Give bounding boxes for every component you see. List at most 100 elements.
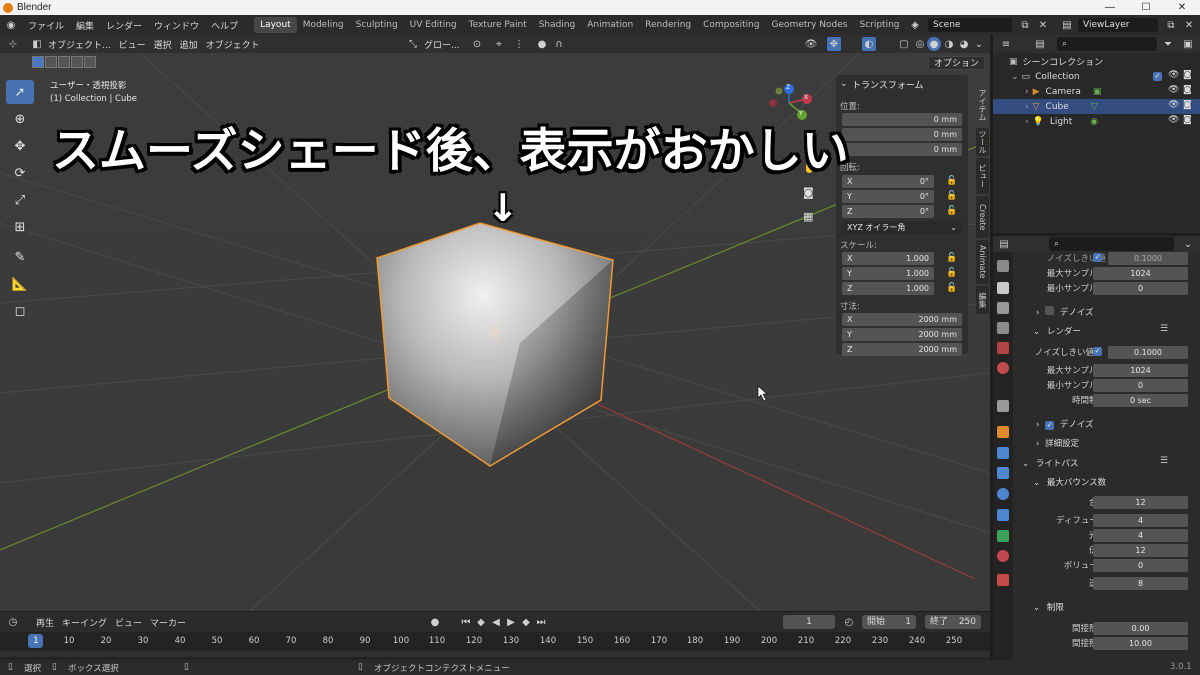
visibility-eye-icon[interactable]: 👁 [1168, 70, 1179, 80]
proportional-edit-icon[interactable]: ● [535, 37, 549, 51]
gizmo-toggle-icon[interactable]: ✥ [827, 37, 841, 51]
bounces-transmission-field[interactable]: 12 [1093, 543, 1188, 557]
bounces-total-field[interactable]: 12 [1093, 495, 1188, 509]
tab-tool[interactable]: ツール [976, 128, 989, 156]
shading-rendered-icon[interactable]: ◕ [957, 37, 971, 51]
menu-keying[interactable]: キーイング [58, 616, 111, 629]
outliner-search-input[interactable]: ⌕ [1057, 37, 1157, 51]
lock-rotation-z-icon[interactable]: 🔓 [946, 206, 957, 216]
falloff-icon[interactable]: ∩ [552, 37, 566, 51]
menu-view[interactable]: ビュー [115, 38, 150, 51]
render-tab-icon[interactable] [997, 282, 1009, 294]
denoise-viewport-checkbox[interactable] [1045, 306, 1055, 315]
outliner-item-camera[interactable]: › ▶ Camera ▣ 👁 ◙ [993, 84, 1200, 99]
timeline-scrollbar[interactable] [0, 651, 990, 657]
cursor-tool-icon[interactable]: ⊕ [6, 107, 34, 131]
shading-material-icon[interactable]: ◑ [942, 37, 956, 51]
data-tab-icon[interactable] [997, 530, 1009, 542]
close-icon[interactable]: ✕ [1164, 0, 1200, 15]
visibility-eye-icon[interactable]: 👁 [1168, 115, 1179, 125]
outliner-collection[interactable]: ⌄ ▭ Collection ✓ 👁 ◙ [993, 69, 1200, 84]
frame-end-field[interactable]: 終了 250 [925, 615, 981, 629]
maximize-icon[interactable]: ☐ [1128, 0, 1164, 15]
render-min-samples-field[interactable]: 0 [1093, 378, 1188, 392]
blender-menu-icon[interactable]: ◉ [4, 18, 18, 32]
tab-item[interactable]: アイテム [976, 84, 989, 126]
scene-close-icon[interactable]: ✕ [1036, 18, 1050, 32]
options-dropdown[interactable]: オプション [928, 56, 986, 70]
time-limit-field[interactable]: 0 sec [1093, 393, 1188, 407]
outliner-root[interactable]: ▣ シーンコレクション [993, 54, 1200, 69]
tab-edit[interactable]: 編集 [976, 286, 989, 314]
lock-rotation-y-icon[interactable]: 🔓 [946, 191, 957, 201]
annotate-tool-icon[interactable]: ✎ [6, 245, 34, 269]
minimize-icon[interactable]: — [1092, 0, 1128, 15]
world-tab-icon[interactable] [997, 362, 1009, 374]
play-icon[interactable]: ▶ [504, 615, 518, 629]
tab-view[interactable]: ビュー [976, 158, 989, 194]
viewlayer-selector[interactable]: ViewLayer [1078, 18, 1158, 32]
denoise-render-checkbox[interactable]: ✓ [1045, 421, 1055, 430]
rotation-z-field[interactable]: Z 0° [842, 205, 934, 218]
bounces-volume-field[interactable]: 0 [1093, 558, 1188, 572]
play-reverse-icon[interactable]: ◀ [489, 615, 503, 629]
advanced-section[interactable]: › 詳細設定 [1036, 437, 1079, 449]
max-bounces-section-header[interactable]: ⌄ 最大バウンス数 [1033, 476, 1106, 488]
clamping-section-header[interactable]: ⌄ 制限 [1033, 601, 1064, 613]
scene-copy-icon[interactable]: ⧉ [1018, 18, 1032, 32]
lock-scale-z-icon[interactable]: 🔓 [946, 283, 957, 293]
visibility-eye-icon[interactable]: 👁 [1168, 100, 1179, 110]
transform-tool-icon[interactable]: ⊞ [6, 215, 34, 239]
select-extend-icon[interactable] [45, 56, 57, 68]
move-tool-icon[interactable]: ✥ [6, 134, 34, 158]
new-collection-icon[interactable]: ▣ [1181, 37, 1195, 51]
select-new-icon[interactable] [32, 56, 44, 68]
scene-tab-icon[interactable] [997, 342, 1009, 354]
location-z-field[interactable]: 0 mm [842, 143, 962, 156]
display-mode-icon[interactable]: ▤ [1033, 37, 1047, 51]
visibility-eye-icon[interactable]: 👁 [1168, 85, 1179, 95]
dimension-y-field[interactable]: Y 2000 mm [842, 328, 962, 341]
rotate-tool-icon[interactable]: ⟳ [6, 161, 34, 185]
select-intersect-icon[interactable] [84, 56, 96, 68]
menu-window[interactable]: ウィンドウ [148, 19, 205, 32]
rotation-x-field[interactable]: X 0° [842, 175, 934, 188]
dimension-z-field[interactable]: Z 2000 mm [842, 343, 962, 356]
bounces-diffuse-field[interactable]: 4 [1093, 513, 1188, 527]
snap-target-icon[interactable]: ⋮ [512, 37, 526, 51]
clamp-direct-field[interactable]: 0.00 [1093, 621, 1188, 635]
collection-tab-icon[interactable] [997, 400, 1009, 412]
tab-layout[interactable]: Layout [254, 17, 297, 33]
mode-selector[interactable]: オブジェクト... [44, 38, 115, 51]
render-camera-icon[interactable]: ◙ [1183, 115, 1192, 125]
outliner-item-light[interactable]: › 💡 Light ◉ 👁 ◙ [993, 114, 1200, 129]
visibility-icon[interactable]: 👁 [804, 37, 818, 51]
pivot-icon[interactable]: ⊙ [470, 37, 484, 51]
camera-view-icon[interactable]: ◙ [803, 186, 814, 199]
menu-add[interactable]: 追加 [176, 38, 202, 51]
scale-tool-icon[interactable]: ⤢ [6, 188, 34, 212]
outliner-item-cube[interactable]: › ▽ Cube ▽ 👁 ◙ [993, 99, 1200, 114]
timeline-editor-icon[interactable]: ◷ [6, 615, 20, 629]
menu-object[interactable]: オブジェクト [202, 38, 264, 51]
rotation-mode-dropdown[interactable]: XYZ オイラー角 ⌄ [842, 221, 962, 234]
record-icon[interactable]: ● [428, 615, 442, 629]
render-camera-icon[interactable]: ◙ [1183, 70, 1192, 80]
jump-start-icon[interactable]: ⏮ [459, 615, 473, 629]
measure-tool-icon[interactable]: 📐 [6, 272, 34, 296]
editor-type-icon[interactable]: ⊹ [6, 37, 20, 51]
min-samples-field[interactable]: 0 [1093, 281, 1188, 295]
adaptive-sampling-checkbox[interactable]: ✓ [1093, 253, 1102, 262]
menu-edit[interactable]: 編集 [70, 19, 100, 32]
prev-keyframe-icon[interactable]: ◆ [474, 615, 488, 629]
tab-shading[interactable]: Shading [533, 17, 582, 33]
output-tab-icon[interactable] [997, 302, 1009, 314]
scale-y-field[interactable]: Y 1.000 [842, 267, 934, 280]
current-frame-field[interactable]: 1 [783, 615, 835, 629]
tab-scripting[interactable]: Scripting [853, 17, 905, 33]
tab-geometry-nodes[interactable]: Geometry Nodes [766, 17, 854, 33]
material-tab-icon[interactable] [997, 550, 1009, 562]
viewlayer-copy-icon[interactable]: ⧉ [1164, 18, 1178, 32]
overlay-toggle-icon[interactable]: ◐ [862, 37, 876, 51]
render-camera-icon[interactable]: ◙ [1183, 100, 1192, 110]
